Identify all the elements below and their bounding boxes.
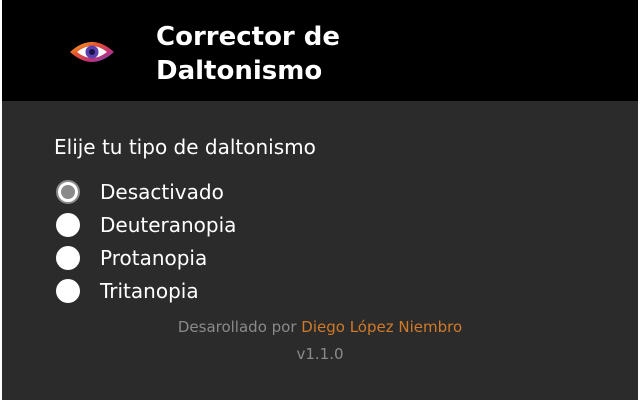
option-label: Desactivado <box>100 179 224 204</box>
radio-deuteranopia[interactable] <box>56 212 80 237</box>
option-protanopia[interactable]: Protanopia <box>54 241 236 274</box>
app-title-line-2: Daltonismo <box>156 56 323 86</box>
radio-protanopia[interactable] <box>56 245 80 270</box>
credit-prefix: Desarollado por <box>177 318 297 336</box>
author-link[interactable]: Diego López Niembro <box>301 318 462 336</box>
extension-popup: Corrector de Daltonismo Elije tu tipo de… <box>2 0 638 400</box>
option-label: Deuteranopia <box>100 212 237 237</box>
app-title: Corrector de Daltonismo <box>156 20 456 88</box>
option-deuteranopia[interactable]: Deuteranopia <box>54 208 236 241</box>
colorblind-type-options: Desactivado Deuteranopia Protanopia Trit… <box>54 175 236 307</box>
app-title-line-1: Corrector de <box>156 22 341 52</box>
credit-line: Desarollado por Diego López Niembro <box>2 317 638 337</box>
option-label: Tritanopia <box>100 278 199 303</box>
option-label: Protanopia <box>100 245 208 270</box>
option-tritanopia[interactable]: Tritanopia <box>54 274 236 307</box>
version-label: v1.1.0 <box>296 345 344 363</box>
option-desactivado[interactable]: Desactivado <box>54 175 236 208</box>
prompt-label: Elije tu tipo de daltonismo <box>54 135 316 159</box>
header: Corrector de Daltonismo <box>2 0 638 101</box>
radio-desactivado[interactable] <box>56 179 80 204</box>
content: Elije tu tipo de daltonismo Desactivado … <box>2 101 638 400</box>
eye-icon <box>70 42 114 62</box>
radio-tritanopia[interactable] <box>56 278 80 303</box>
